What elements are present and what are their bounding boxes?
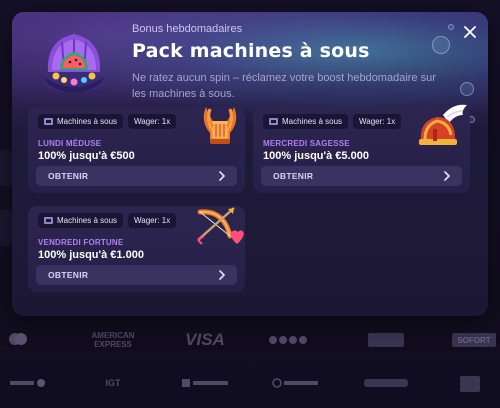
lyre-icon <box>203 107 237 144</box>
obtain-button-label: OBTENIR <box>273 171 314 181</box>
chevron-right-icon <box>444 171 451 181</box>
category-label: Machines à sous <box>57 117 118 126</box>
payment-logos-row: AMERICAN EXPRESS VISA SOFORT <box>0 330 500 350</box>
bitcoin-logo <box>268 330 308 350</box>
modal-description: Ne ratez aucun spin – réclamez votre boo… <box>132 72 436 100</box>
promo-day-label: MERCREDI SAGESSE <box>263 139 350 148</box>
slot-machine-icon <box>269 118 278 125</box>
maestro-logo <box>8 330 28 348</box>
bonus-card-mercredi: Machines à sous Wager: 1x MERCREDI SAGES… <box>253 104 470 193</box>
bubble-decoration <box>460 82 474 96</box>
sofort-logo: SOFORT <box>452 333 496 347</box>
obtain-button-label: OBTENIR <box>48 171 89 181</box>
category-label: Machines à sous <box>282 117 343 126</box>
card-tags: Machines à sous Wager: 1x <box>38 213 177 228</box>
category-label: Machines à sous <box>57 216 118 225</box>
category-tag: Machines à sous <box>263 114 349 129</box>
bow-arrow-icon <box>197 207 244 245</box>
obtain-button[interactable]: OBTENIR <box>36 265 237 285</box>
modal-title: Pack machines à sous <box>132 40 370 62</box>
winged-helmet-icon <box>419 104 467 145</box>
chevron-right-icon <box>219 171 226 181</box>
card-tags: Machines à sous Wager: 1x <box>263 114 402 129</box>
wager-tag: Wager: 1x <box>353 114 402 129</box>
provider-logos-row: IGT <box>0 376 500 396</box>
pragmatic-logo <box>10 376 46 390</box>
promo-day-label: VENDREDI FORTUNE <box>38 238 124 247</box>
promo-amount: 100% jusqu'à €5.000 <box>263 150 369 162</box>
amex-logo: AMERICAN EXPRESS <box>91 331 135 349</box>
obtain-button[interactable]: OBTENIR <box>261 166 462 186</box>
bonus-card-vendredi: Machines à sous Wager: 1x VENDREDI FORTU… <box>28 206 245 292</box>
modal-subtitle: Bonus hebdomadaires <box>132 23 243 35</box>
novomatic-logo <box>182 376 228 390</box>
close-icon <box>464 26 476 38</box>
sg-logo <box>460 376 480 392</box>
promo-day-label: LUNDI MÉDUSE <box>38 139 102 148</box>
card-tags: Machines à sous Wager: 1x <box>38 114 177 129</box>
wager-tag: Wager: 1x <box>128 114 177 129</box>
obtain-button[interactable]: OBTENIR <box>36 166 237 186</box>
chevron-right-icon <box>219 270 226 280</box>
treasure-shell-icon <box>44 34 104 93</box>
category-tag: Machines à sous <box>38 213 124 228</box>
bubble-decoration <box>448 24 454 30</box>
slot-machine-icon <box>44 217 53 224</box>
weekly-bonus-modal: Bonus hebdomadaires Pack machines à sous… <box>12 12 488 316</box>
igt-logo: IGT <box>105 378 121 388</box>
modal-header-text: Bonus hebdomadaires Pack machines à sous… <box>132 23 442 102</box>
visa-logo: VISA <box>185 330 225 349</box>
wager-tag: Wager: 1x <box>128 213 177 228</box>
promo-amount: 100% jusqu'à €1.000 <box>38 249 144 261</box>
promo-amount: 100% jusqu'à €500 <box>38 150 135 162</box>
slot-machine-icon <box>44 118 53 125</box>
microgaming-logo <box>272 376 318 390</box>
giropay-logo <box>368 333 404 347</box>
playngo-logo <box>364 376 408 390</box>
obtain-button-label: OBTENIR <box>48 270 89 280</box>
bonus-card-lundi: Machines à sous Wager: 1x LUNDI MÉDUSE 1… <box>28 107 245 193</box>
close-button[interactable] <box>460 22 480 42</box>
category-tag: Machines à sous <box>38 114 124 129</box>
